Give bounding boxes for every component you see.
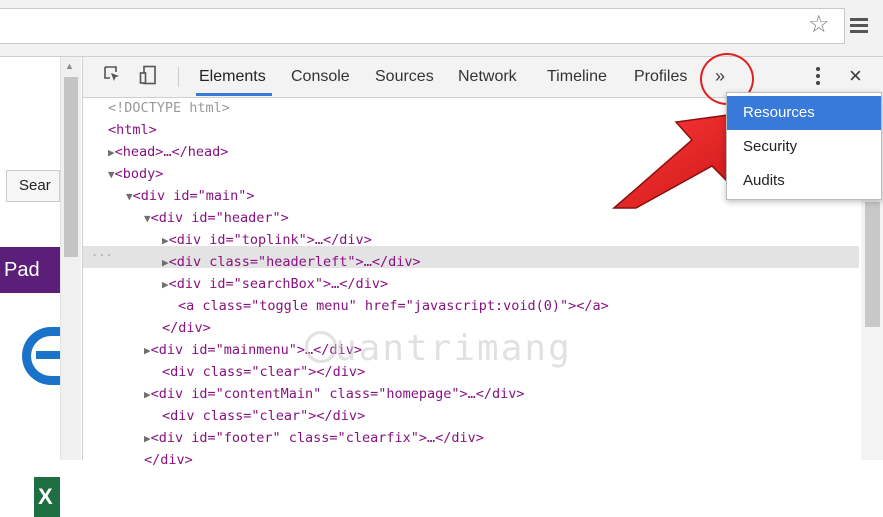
dom-node-line[interactable]: ▶<div id="toplink">…</div>	[162, 229, 372, 251]
page-content: Sear Pad X	[0, 57, 62, 517]
node-text: </div>	[144, 452, 193, 468]
node-text: <div id="toplink">…</div>	[168, 232, 372, 248]
hamburger-menu-icon[interactable]	[850, 18, 868, 34]
expanded-triangle-icon[interactable]: ▼	[108, 168, 115, 181]
node-text: <div id="searchBox">…</div>	[168, 276, 389, 292]
edge-logo-bar	[36, 351, 62, 359]
toolbar-separator	[178, 67, 179, 87]
watermark-text: uantrimang	[335, 328, 572, 369]
collapsed-triangle-icon[interactable]: ▶	[162, 278, 169, 291]
node-text: <div class="headerleft">…</div>	[168, 254, 421, 270]
kebab-menu-icon[interactable]	[813, 65, 823, 89]
node-text: <body>	[114, 166, 164, 182]
dom-node-line[interactable]: <a class="toggle menu" href="javascript:…	[178, 295, 609, 317]
banner-tile[interactable]: Pad	[0, 247, 60, 293]
menu-item-security[interactable]: Security	[727, 130, 881, 164]
dom-node-line-selected[interactable]: ▶<div class="headerleft">…</div>	[162, 251, 421, 273]
node-text: <div id="header">	[150, 210, 289, 226]
watermark-logo	[305, 331, 337, 363]
dom-node-line[interactable]: <div class="clear"></div>	[162, 405, 365, 427]
dom-node-line[interactable]: ▼<div id="header">	[144, 207, 289, 229]
tab-sources[interactable]: Sources	[375, 68, 434, 86]
close-devtools-button[interactable]: ×	[849, 63, 862, 89]
node-text: <head>…</head>	[114, 144, 229, 160]
star-icon[interactable]: ☆	[808, 13, 830, 37]
menu-item-audits[interactable]: Audits	[727, 164, 881, 198]
node-text: <div class="clear"></div>	[162, 408, 366, 424]
dom-node-line[interactable]: ▶<div id="footer" class="clearfix">…</di…	[144, 427, 484, 449]
row-dots: ...	[91, 245, 113, 259]
inspect-element-icon[interactable]	[101, 65, 123, 87]
collapsed-triangle-icon[interactable]: ▶	[162, 234, 169, 247]
page-scroll-thumb[interactable]	[64, 77, 78, 257]
tab-profiles[interactable]: Profiles	[634, 68, 687, 86]
device-mode-icon[interactable]	[137, 65, 159, 87]
dom-node-line[interactable]: </div>	[162, 317, 211, 339]
dom-node-line[interactable]: ▶<div id="searchBox">…</div>	[162, 273, 388, 295]
collapsed-triangle-icon[interactable]: ▶	[144, 388, 151, 401]
collapsed-triangle-icon[interactable]: ▶	[144, 432, 151, 445]
collapsed-triangle-icon[interactable]: ▶	[144, 344, 151, 357]
active-tab-indicator	[196, 93, 272, 96]
dom-node-line[interactable]: ▶<head>…</head>	[108, 141, 228, 163]
dom-node-line[interactable]: <html>	[108, 119, 157, 141]
dom-node-line[interactable]: ▼<body>	[108, 163, 163, 185]
page-scrollbar[interactable]: ▲	[60, 57, 81, 460]
dom-node-line[interactable]: ▼<div id="main">	[126, 185, 255, 207]
tab-network[interactable]: Network	[458, 68, 517, 86]
scroll-up-icon[interactable]: ▲	[65, 61, 74, 71]
collapsed-triangle-icon[interactable]: ▶	[162, 256, 169, 269]
node-text: <div id="footer" class="clearfix">…</div…	[150, 430, 484, 446]
node-text: <div id="main">	[132, 188, 255, 204]
node-text: </div>	[162, 320, 211, 336]
browser-toolbar: ☆	[0, 0, 883, 57]
menu-item-resources[interactable]: Resources	[727, 96, 881, 130]
search-button[interactable]: Sear	[6, 170, 60, 202]
tab-elements[interactable]: Elements	[199, 68, 266, 86]
dom-node-line[interactable]: </div>	[144, 449, 193, 471]
more-tabs-dropdown: Resources Security Audits	[726, 92, 882, 200]
expanded-triangle-icon[interactable]: ▼	[126, 190, 133, 203]
address-bar[interactable]	[0, 8, 845, 44]
tab-timeline[interactable]: Timeline	[547, 68, 607, 86]
dom-node-line[interactable]: <!DOCTYPE html>	[108, 97, 230, 119]
devtools-scroll-thumb[interactable]	[865, 202, 880, 327]
collapsed-triangle-icon[interactable]: ▶	[108, 146, 115, 159]
doctype-text: <!DOCTYPE html>	[108, 100, 230, 116]
node-text: <html>	[108, 122, 157, 138]
node-text: <a class="toggle menu" href="javascript:…	[178, 298, 609, 314]
tab-console[interactable]: Console	[291, 68, 350, 86]
node-text: <div id="contentMain" class="homepage">……	[150, 386, 525, 402]
expanded-triangle-icon[interactable]: ▼	[144, 212, 151, 225]
dom-node-line[interactable]: ▶<div id="contentMain" class="homepage">…	[144, 383, 525, 405]
excel-logo-icon: X	[34, 477, 60, 517]
